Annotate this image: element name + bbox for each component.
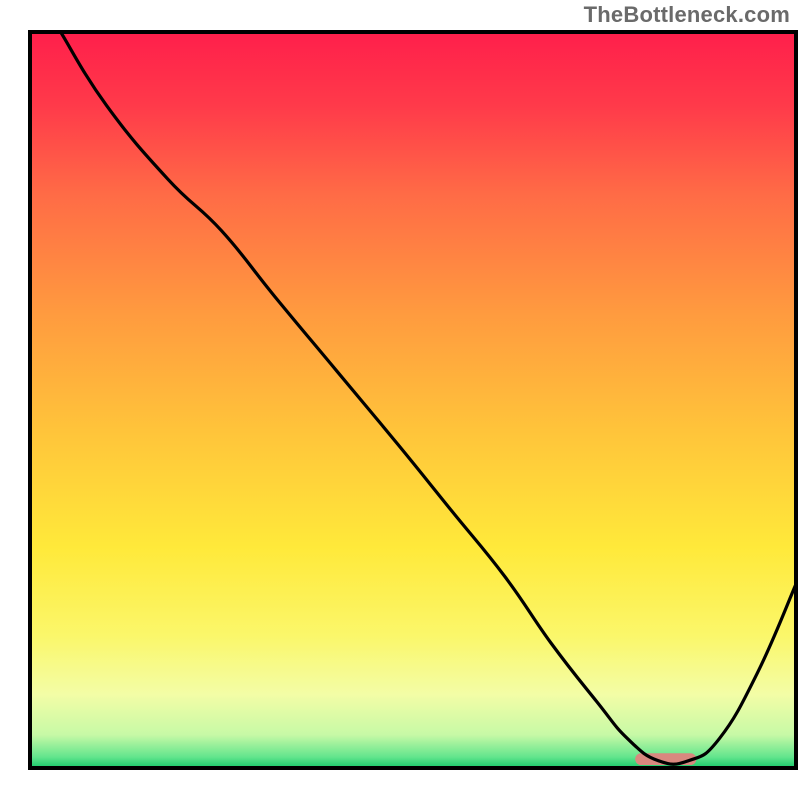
bottleneck-chart: TheBottleneck.com [0,0,800,800]
gradient-background [30,32,796,768]
chart-svg [0,0,800,800]
plot-area [30,32,796,768]
watermark-label: TheBottleneck.com [584,2,790,28]
